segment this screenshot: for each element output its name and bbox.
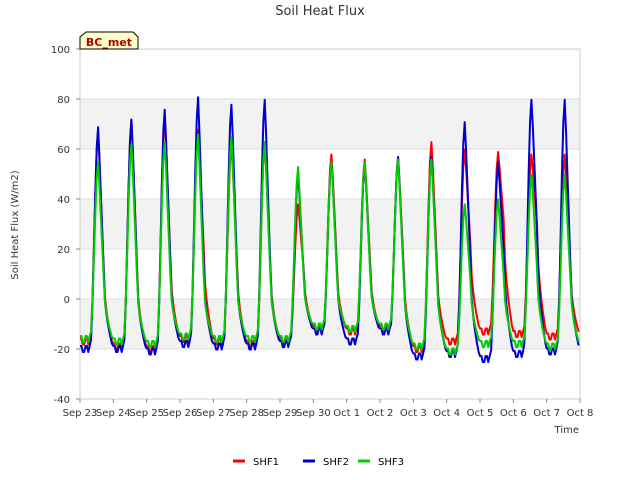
legend-label: SHF1 xyxy=(253,457,279,468)
x-tick-label: Oct 5 xyxy=(467,408,494,419)
x-tick-label: Oct 8 xyxy=(567,408,594,419)
y-tick-label: 40 xyxy=(57,195,70,206)
x-tick-label: Sep 27 xyxy=(196,408,231,419)
x-tick-label: Oct 4 xyxy=(433,408,460,419)
x-tick-label: Sep 28 xyxy=(229,408,264,419)
y-tick-label: 0 xyxy=(64,295,70,306)
grid-bands xyxy=(80,99,580,349)
station-badge-label: BC_met xyxy=(86,36,132,49)
x-tick-label: Sep 29 xyxy=(263,408,298,419)
legend-label: SHF2 xyxy=(323,457,349,468)
station-badge: BC_met xyxy=(79,31,139,50)
y-tick-label: 80 xyxy=(57,95,70,106)
y-axis-title: Soil Heat Flux (W/m2) xyxy=(10,170,21,279)
y-tick-label: 100 xyxy=(51,45,70,56)
x-tick-label: Sep 26 xyxy=(163,408,198,419)
x-axis-title: Time xyxy=(554,425,579,436)
x-tick-label: Sep 30 xyxy=(296,408,331,419)
y-tick-label: -20 xyxy=(54,345,70,356)
y-tick-label: 60 xyxy=(57,145,70,156)
legend-label: SHF3 xyxy=(378,457,404,468)
x-tick-label: Oct 6 xyxy=(500,408,527,419)
x-tick-label: Sep 25 xyxy=(129,408,164,419)
soil-heat-flux-chart: -40-20020406080100 Sep 23Sep 24Sep 25Sep… xyxy=(0,0,640,480)
x-tick-label: Sep 24 xyxy=(96,408,131,419)
x-tick-label: Oct 7 xyxy=(533,408,560,419)
y-tick-label: 20 xyxy=(57,245,70,256)
chart-title: Soil Heat Flux xyxy=(275,4,365,19)
x-tick-label: Oct 1 xyxy=(333,408,360,419)
x-tick-label: Sep 23 xyxy=(63,408,98,419)
x-tick-label: Oct 2 xyxy=(367,408,394,419)
grid-band xyxy=(80,99,580,149)
x-tick-label: Oct 3 xyxy=(400,408,427,419)
y-tick-label: -40 xyxy=(54,395,70,406)
